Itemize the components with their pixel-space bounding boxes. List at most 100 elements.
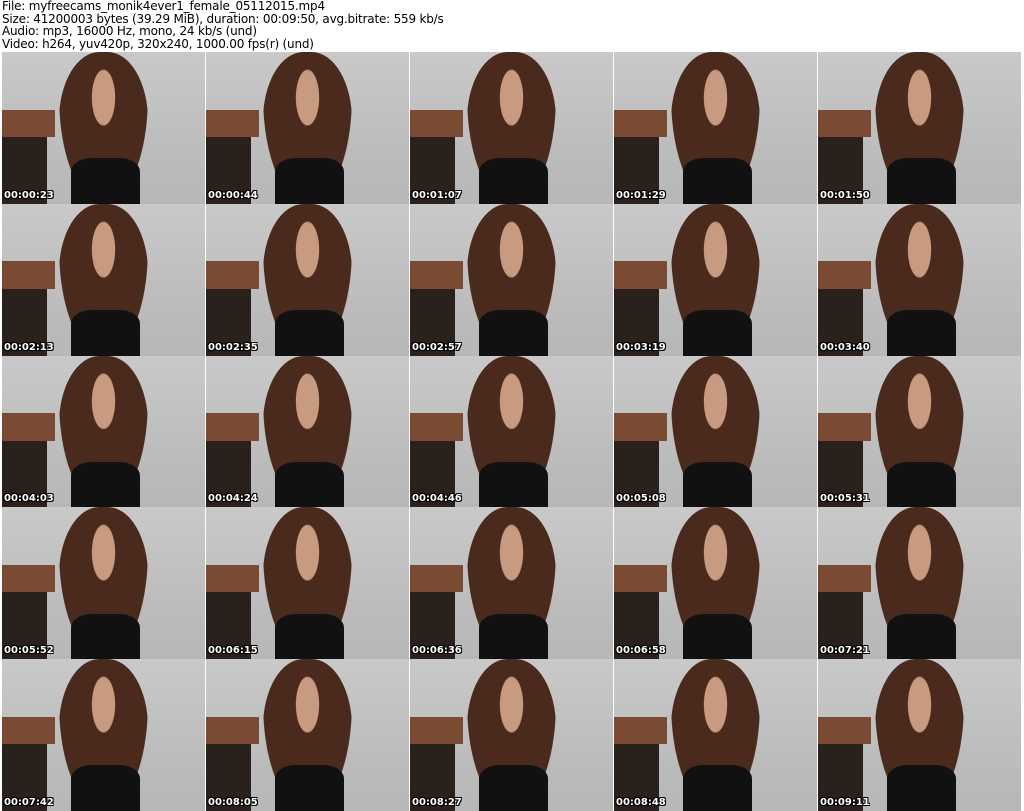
person-clothing xyxy=(479,613,549,660)
headboard xyxy=(614,565,667,593)
file-name: File: myfreecams_monik4ever1_female_0511… xyxy=(2,0,325,13)
video-thumbnail: 00:03:40 xyxy=(818,203,1021,356)
person-clothing xyxy=(887,613,957,660)
headboard xyxy=(206,109,259,137)
person-clothing xyxy=(71,310,141,356)
thumbnail-timestamp: 00:00:23 xyxy=(4,189,54,201)
headboard xyxy=(818,565,871,593)
headboard xyxy=(410,565,463,593)
headboard xyxy=(818,413,871,441)
person-clothing xyxy=(479,765,549,811)
video-thumbnail: 00:06:58 xyxy=(614,507,817,660)
thumbnail-timestamp: 00:05:31 xyxy=(820,493,870,505)
headboard xyxy=(2,109,55,137)
person-clothing xyxy=(887,158,957,204)
headboard xyxy=(206,261,259,289)
thumbnail-timestamp: 00:05:08 xyxy=(616,493,666,505)
thumbnail-timestamp: 00:04:03 xyxy=(4,493,54,505)
person-clothing xyxy=(683,461,753,508)
thumbnail-timestamp: 00:02:35 xyxy=(208,341,258,353)
video-thumbnail: 00:07:42 xyxy=(2,659,205,811)
headboard xyxy=(818,716,871,745)
thumbnail-timestamp: 00:02:13 xyxy=(4,341,54,353)
thumbnail-timestamp: 00:00:44 xyxy=(208,189,258,201)
video-thumbnail: 00:09:11 xyxy=(818,659,1021,811)
video-thumbnail: 00:04:46 xyxy=(410,355,613,508)
thumbnail-timestamp: 00:03:19 xyxy=(616,341,666,353)
person-clothing xyxy=(71,461,141,508)
thumbnail-timestamp: 00:01:07 xyxy=(412,189,462,201)
thumbnail-timestamp: 00:06:58 xyxy=(616,645,666,657)
headboard xyxy=(410,261,463,289)
person-clothing xyxy=(275,765,345,811)
person-clothing xyxy=(71,765,141,811)
headboard xyxy=(410,109,463,137)
video-thumbnail: 00:03:19 xyxy=(614,203,817,356)
person-clothing xyxy=(275,310,345,356)
thumbnail-timestamp: 00:03:40 xyxy=(820,341,870,353)
headboard xyxy=(2,261,55,289)
thumbnail-timestamp: 00:07:42 xyxy=(4,796,54,808)
video-thumbnail: 00:00:23 xyxy=(2,52,205,204)
thumbnail-timestamp: 00:02:57 xyxy=(412,341,462,353)
person-clothing xyxy=(479,158,549,204)
video-thumbnail: 00:01:50 xyxy=(818,52,1021,204)
person-clothing xyxy=(479,310,549,356)
video-thumbnail: 00:01:29 xyxy=(614,52,817,204)
video-thumbnail: 00:02:13 xyxy=(2,203,205,356)
video-thumbnail: 00:07:21 xyxy=(818,507,1021,660)
person-clothing xyxy=(275,461,345,508)
video-thumbnail: 00:04:03 xyxy=(2,355,205,508)
thumbnail-timestamp: 00:01:29 xyxy=(616,189,666,201)
video-thumbnail: 00:05:08 xyxy=(614,355,817,508)
video-thumbnail: 00:06:36 xyxy=(410,507,613,660)
video-info: Video: h264, yuv420p, 320x240, 1000.00 f… xyxy=(2,36,314,51)
video-thumbnail: 00:04:24 xyxy=(206,355,409,508)
person-clothing xyxy=(275,613,345,660)
headboard xyxy=(2,565,55,593)
thumbnail-timestamp: 00:06:36 xyxy=(412,645,462,657)
thumbnail-timestamp: 00:01:50 xyxy=(820,189,870,201)
thumbnail-timestamp: 00:08:05 xyxy=(208,796,258,808)
thumbnail-timestamp: 00:06:15 xyxy=(208,645,258,657)
headboard xyxy=(818,109,871,137)
headboard xyxy=(614,109,667,137)
video-thumbnail: 00:05:52 xyxy=(2,507,205,660)
video-thumbnail: 00:05:31 xyxy=(818,355,1021,508)
headboard xyxy=(614,413,667,441)
file-info-header: File: myfreecams_monik4ever1_female_0511… xyxy=(2,0,1022,52)
person-clothing xyxy=(479,461,549,508)
audio-info: Audio: mp3, 16000 Hz, mono, 24 kb/s (und… xyxy=(2,24,257,38)
headboard xyxy=(2,716,55,745)
video-thumbnail: 00:02:35 xyxy=(206,203,409,356)
thumbnail-timestamp: 00:08:27 xyxy=(412,796,462,808)
person-clothing xyxy=(887,310,957,356)
person-clothing xyxy=(275,158,345,204)
thumbnail-timestamp: 00:04:46 xyxy=(412,493,462,505)
headboard xyxy=(410,716,463,745)
person-clothing xyxy=(71,613,141,660)
headboard xyxy=(2,413,55,441)
headboard xyxy=(206,413,259,441)
video-thumbnail: 00:01:07 xyxy=(410,52,613,204)
headboard xyxy=(818,261,871,289)
person-clothing xyxy=(71,158,141,204)
thumbnail-timestamp: 00:05:52 xyxy=(4,645,54,657)
person-clothing xyxy=(683,765,753,811)
video-thumbnail: 00:08:27 xyxy=(410,659,613,811)
headboard xyxy=(410,413,463,441)
video-thumbnail: 00:02:57 xyxy=(410,203,613,356)
thumbnail-timestamp: 00:04:24 xyxy=(208,493,258,505)
headboard xyxy=(614,261,667,289)
person-clothing xyxy=(683,613,753,660)
video-thumbnail: 00:00:44 xyxy=(206,52,409,204)
person-clothing xyxy=(683,310,753,356)
thumbnail-timestamp: 00:07:21 xyxy=(820,645,870,657)
thumbnail-grid: 00:00:23 00:00:44 00:01:07 00:01:29 00:01:50… xyxy=(2,52,1022,811)
person-clothing xyxy=(887,765,957,811)
person-clothing xyxy=(683,158,753,204)
headboard xyxy=(614,716,667,745)
person-clothing xyxy=(887,461,957,508)
video-thumbnail: 00:06:15 xyxy=(206,507,409,660)
video-thumbnail: 00:08:48 xyxy=(614,659,817,811)
